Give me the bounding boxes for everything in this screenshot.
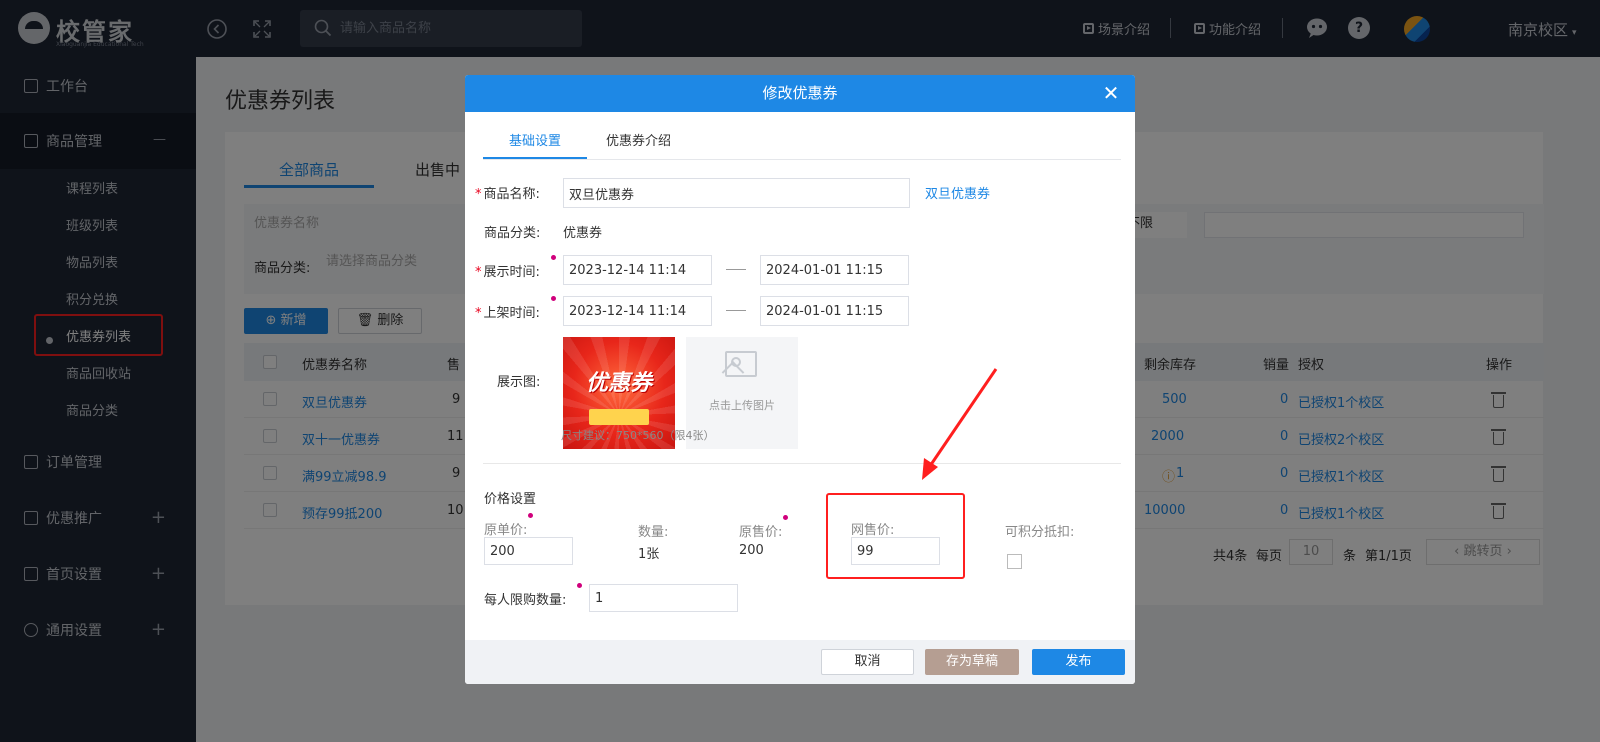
dialog-header: 修改优惠券 ✕ xyxy=(465,75,1135,112)
price-section-title: 价格设置 xyxy=(484,492,537,507)
required-dot-icon xyxy=(551,255,556,260)
display-end-input[interactable] xyxy=(760,255,909,285)
coupon-image-text: 优惠券 xyxy=(585,371,652,396)
dialog-footer: 取消 存为草稿 发布 xyxy=(465,640,1135,684)
required-mark: * xyxy=(475,306,482,321)
display-time-label-text: 展示时间: xyxy=(483,265,540,280)
close-icon[interactable]: ✕ xyxy=(1101,83,1121,103)
required-mark: * xyxy=(475,187,482,202)
purchase-limit-label: 每人限购数量: xyxy=(484,593,567,608)
section-divider xyxy=(483,463,1121,464)
dialog-title: 修改优惠券 xyxy=(762,84,838,102)
coupon-name-input[interactable] xyxy=(563,178,910,208)
name-label: * 商品名称: xyxy=(475,183,540,202)
original-price-label: 原单价: xyxy=(484,523,528,538)
name-label-text: 商品名称: xyxy=(483,187,540,202)
edit-coupon-dialog: 修改优惠券 ✕ 基础设置 优惠券介绍 *商品名称: 双旦优惠券 商品分类: 优惠… xyxy=(465,75,1135,684)
shelf-time-label-text: 上架时间: xyxy=(483,306,540,321)
original-price-input[interactable] xyxy=(484,537,573,565)
original-sale-label: 原售价: xyxy=(739,525,783,540)
cancel-button[interactable]: 取消 xyxy=(821,649,914,675)
quantity-value: 1张 xyxy=(638,547,660,562)
category-label: 商品分类: xyxy=(484,226,541,241)
display-time-label: * 展示时间: xyxy=(475,261,540,280)
name-preview-link[interactable]: 双旦优惠券 xyxy=(925,183,990,202)
shelf-time-label: * 上架时间: xyxy=(475,302,540,321)
save-draft-button[interactable]: 存为草稿 xyxy=(925,649,1019,675)
upload-label: 点击上传图片 xyxy=(709,399,775,412)
required-dot-icon xyxy=(783,515,788,520)
purchase-limit-input[interactable] xyxy=(589,584,738,612)
ribbon-decoration xyxy=(589,409,649,425)
display-start-input[interactable] xyxy=(563,255,712,285)
points-deduct-checkbox[interactable] xyxy=(1007,554,1022,569)
points-deduct-label: 可积分抵扣: xyxy=(1005,525,1075,540)
range-dash xyxy=(726,269,746,270)
range-dash xyxy=(726,310,746,311)
original-sale-value: 200 xyxy=(739,543,764,558)
tab-basic-settings[interactable]: 基础设置 xyxy=(509,130,561,149)
category-value: 优惠券 xyxy=(563,226,603,241)
required-dot-icon xyxy=(528,513,533,518)
required-mark: * xyxy=(475,265,482,280)
size-hint: 尺寸建议：750*560（限4张） xyxy=(561,429,715,442)
highlight-box-online-price xyxy=(826,493,965,579)
quantity-label: 数量: xyxy=(638,525,669,540)
image-label: 展示图: xyxy=(497,375,541,390)
image-placeholder-icon xyxy=(725,351,757,377)
required-dot-icon xyxy=(551,296,556,301)
tab-coupon-intro[interactable]: 优惠券介绍 xyxy=(606,130,671,149)
shelf-end-input[interactable] xyxy=(760,296,909,326)
tab-divider xyxy=(483,159,1121,160)
publish-button[interactable]: 发布 xyxy=(1032,649,1125,675)
required-dot-icon xyxy=(577,583,582,588)
shelf-start-input[interactable] xyxy=(563,296,712,326)
